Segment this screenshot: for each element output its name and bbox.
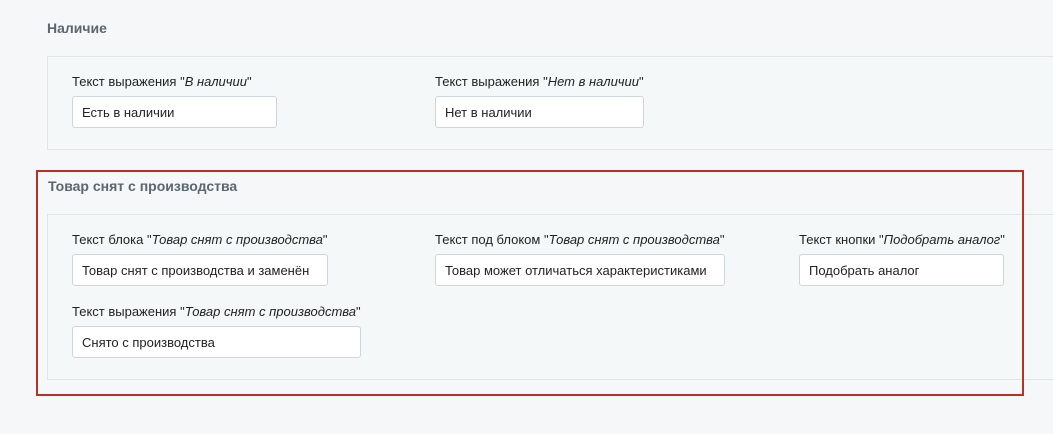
in-stock-label: Текст выражения "В наличии" — [72, 74, 252, 89]
block-text-input[interactable] — [72, 254, 328, 286]
expression-text-label: Текст выражения "Товар снят с производст… — [72, 304, 361, 319]
under-block-text-label: Текст под блоком "Товар снят с производс… — [435, 232, 725, 247]
section-title-discontinued: Товар снят с производства — [48, 178, 238, 194]
button-text-label: Текст кнопки "Подобрать аналог" — [799, 232, 1005, 247]
under-block-text-input[interactable] — [435, 254, 725, 286]
block-text-label: Текст блока "Товар снят с производства" — [72, 232, 328, 247]
expression-text-input[interactable] — [72, 326, 361, 358]
in-stock-text-input[interactable] — [72, 96, 277, 128]
out-of-stock-text-input[interactable] — [435, 96, 644, 128]
out-of-stock-label: Текст выражения "Нет в наличии" — [435, 74, 644, 89]
section-title-availability: Наличие — [47, 20, 107, 36]
button-text-input[interactable] — [799, 254, 1004, 286]
